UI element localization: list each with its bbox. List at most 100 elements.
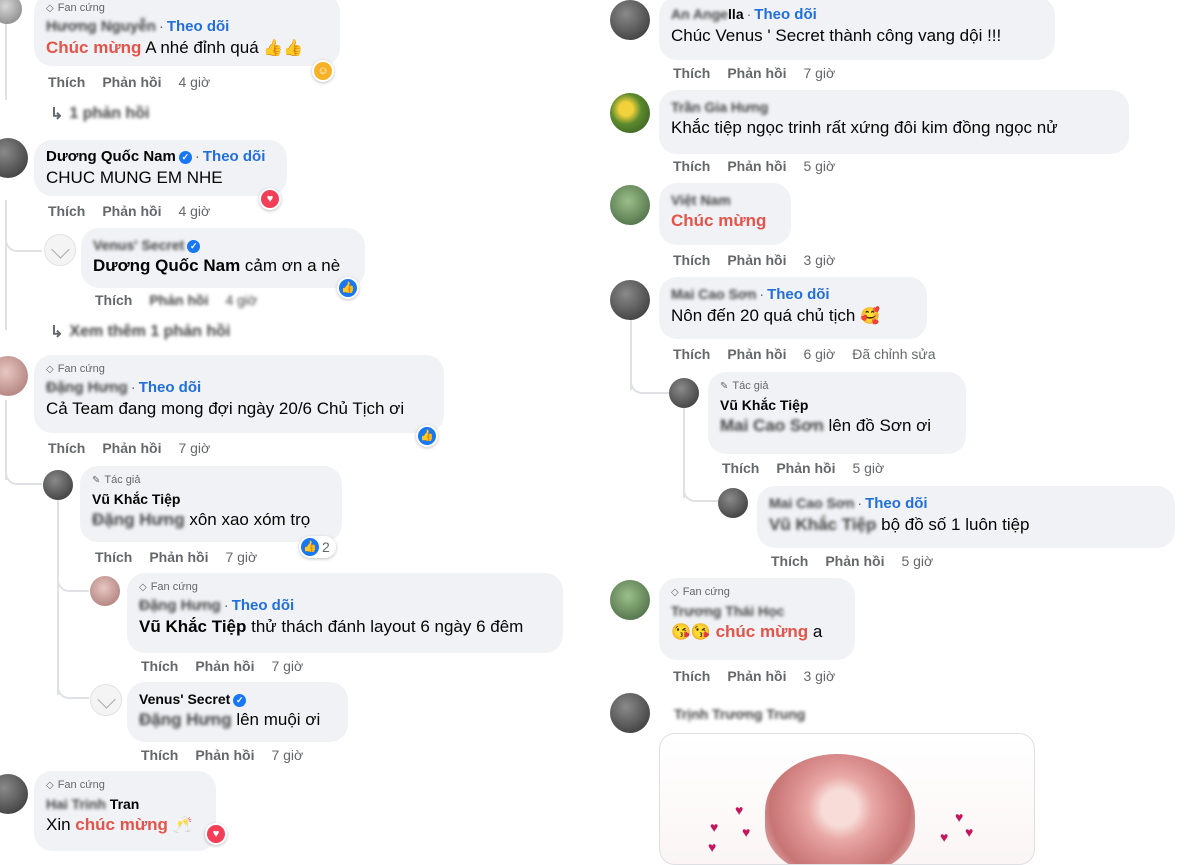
mention-link[interactable]: Vũ Khắc Tiệp bbox=[769, 515, 876, 534]
reaction-summary[interactable]: ☺ bbox=[312, 60, 334, 82]
like-button[interactable]: Thích bbox=[95, 549, 132, 565]
reply-button[interactable]: Phản hồi bbox=[195, 747, 254, 763]
reply-button[interactable]: Phản hồi bbox=[102, 74, 161, 90]
reply-button[interactable]: Phản hồi bbox=[727, 668, 786, 684]
comment-time[interactable]: 5 giờ bbox=[852, 460, 884, 476]
comment-time[interactable]: 5 giờ bbox=[803, 158, 835, 174]
comment-time[interactable]: 4 giờ bbox=[225, 292, 257, 308]
commenter-name[interactable]: An Ange bbox=[671, 6, 728, 22]
commenter-name[interactable]: Đặng Hưng bbox=[46, 379, 128, 396]
mention-link[interactable]: Đặng Hưng bbox=[92, 510, 185, 529]
commenter-name[interactable]: Việt Nam bbox=[671, 192, 731, 208]
follow-link[interactable]: Theo dõi bbox=[232, 597, 295, 614]
like-button[interactable]: Thích bbox=[141, 658, 178, 674]
commenter-name[interactable]: Vũ Khắc Tiệp bbox=[720, 395, 954, 415]
avatar[interactable] bbox=[610, 93, 650, 133]
like-button[interactable]: Thích bbox=[141, 747, 178, 763]
comment-text: Nôn đến 20 quá chủ tịch bbox=[671, 306, 856, 325]
like-button[interactable]: Thích bbox=[673, 346, 710, 362]
reply-button[interactable]: Phản hồi bbox=[149, 292, 208, 308]
reply-button[interactable]: Phản hồi bbox=[727, 346, 786, 362]
follow-link[interactable]: Theo dõi bbox=[865, 495, 928, 512]
reply-button[interactable]: Phản hồi bbox=[102, 203, 161, 219]
avatar[interactable] bbox=[610, 0, 650, 40]
commenter-name[interactable]: Venus' Secret bbox=[93, 237, 184, 253]
avatar[interactable] bbox=[610, 693, 650, 733]
mention-link[interactable]: Mai Cao Sơn bbox=[720, 416, 824, 435]
commenter-name[interactable]: Vũ Khắc Tiệp bbox=[92, 489, 330, 509]
mention-link[interactable]: Vũ Khắc Tiệp bbox=[139, 617, 246, 636]
avatar[interactable] bbox=[43, 470, 73, 500]
like-button[interactable]: Thích bbox=[673, 252, 710, 268]
like-button[interactable]: Thích bbox=[771, 553, 808, 569]
comment-time[interactable]: 3 giờ bbox=[803, 668, 835, 684]
comment-time[interactable]: 7 giờ bbox=[271, 747, 303, 763]
reply-button[interactable]: Phản hồi bbox=[727, 158, 786, 174]
view-replies-link[interactable]: ↳ 1 phản hồi bbox=[50, 104, 149, 124]
reply-button[interactable]: Phản hồi bbox=[102, 440, 161, 456]
sticker-image[interactable]: ♥ ♥ ♥ ♥ ♥ ♥ ♥ bbox=[659, 733, 1035, 865]
commenter-name[interactable]: Hai Trinh bbox=[46, 796, 106, 812]
comment-text: bộ đồ số 1 luôn tiệp bbox=[876, 515, 1030, 534]
avatar[interactable] bbox=[718, 488, 748, 518]
avatar[interactable] bbox=[610, 280, 650, 320]
commenter-name[interactable]: Mai Cao Sơn bbox=[671, 286, 756, 302]
follow-link[interactable]: Theo dõi bbox=[767, 286, 830, 303]
comment-time[interactable]: 7 giờ bbox=[803, 65, 835, 81]
like-button[interactable]: Thích bbox=[673, 668, 710, 684]
commenter-name[interactable]: Trần Gia Hưng bbox=[671, 99, 768, 115]
commenter-name[interactable]: Trương Thái Học bbox=[671, 603, 784, 619]
commenter-name[interactable]: Trịnh Trương Trung bbox=[674, 706, 805, 722]
like-button[interactable]: Thích bbox=[722, 460, 759, 476]
comment-time[interactable]: 5 giờ bbox=[901, 553, 933, 569]
comment-time[interactable]: 4 giờ bbox=[178, 74, 210, 90]
commenter-name[interactable]: Mai Cao Sơn bbox=[769, 495, 854, 511]
follow-link[interactable]: Theo dõi bbox=[167, 18, 230, 35]
reply-button[interactable]: Phản hồi bbox=[195, 658, 254, 674]
reply-button[interactable]: Phản hồi bbox=[149, 549, 208, 565]
follow-link[interactable]: Theo dõi bbox=[203, 148, 266, 165]
avatar[interactable] bbox=[90, 576, 120, 606]
like-button[interactable]: Thích bbox=[673, 158, 710, 174]
edited-label: Đã chỉnh sửa bbox=[852, 346, 936, 362]
reaction-summary[interactable]: 👍 2 bbox=[299, 536, 336, 558]
avatar[interactable] bbox=[44, 234, 76, 266]
like-button[interactable]: Thích bbox=[95, 292, 132, 308]
avatar[interactable] bbox=[90, 684, 122, 716]
like-button[interactable]: Thích bbox=[673, 65, 710, 81]
comment-time[interactable]: 7 giờ bbox=[178, 440, 210, 456]
reaction-summary[interactable]: ♥ bbox=[205, 823, 227, 845]
like-button[interactable]: Thích bbox=[48, 440, 85, 456]
mention-link[interactable]: Đặng Hưng bbox=[139, 710, 232, 729]
comment-time[interactable]: 6 giờ bbox=[803, 346, 835, 362]
view-more-replies-link[interactable]: ↳ Xem thêm 1 phản hồi bbox=[50, 322, 230, 342]
thread-connector bbox=[630, 340, 670, 394]
commenter-name[interactable]: Dương Quốc Nam bbox=[46, 148, 176, 165]
comment-time[interactable]: 3 giờ bbox=[803, 252, 835, 268]
avatar[interactable] bbox=[610, 580, 650, 620]
reply-button[interactable]: Phản hồi bbox=[727, 252, 786, 268]
comment-time[interactable]: 7 giờ bbox=[271, 658, 303, 674]
follow-link[interactable]: Theo dõi bbox=[754, 6, 817, 23]
reply-button[interactable]: Phản hồi bbox=[825, 553, 884, 569]
comment-time[interactable]: 7 giờ bbox=[225, 549, 257, 565]
avatar[interactable] bbox=[0, 774, 28, 814]
comment-time[interactable]: 4 giờ bbox=[178, 203, 210, 219]
like-button[interactable]: Thích bbox=[48, 74, 85, 90]
reaction-summary[interactable]: ♥ bbox=[259, 188, 281, 210]
reply-button[interactable]: Phản hồi bbox=[727, 65, 786, 81]
reaction-summary[interactable]: 👍 bbox=[337, 277, 359, 299]
commenter-name[interactable]: Hương Nguyễn bbox=[46, 18, 156, 35]
avatar[interactable] bbox=[0, 0, 22, 24]
reply-button[interactable]: Phản hồi bbox=[776, 460, 835, 476]
follow-link[interactable]: Theo dõi bbox=[139, 379, 202, 396]
avatar[interactable] bbox=[0, 356, 28, 396]
mention-link[interactable]: Dương Quốc Nam bbox=[93, 256, 240, 275]
avatar[interactable] bbox=[669, 378, 699, 408]
commenter-name[interactable]: Venus' Secret bbox=[139, 691, 230, 707]
avatar[interactable] bbox=[610, 185, 650, 225]
avatar[interactable] bbox=[0, 138, 28, 178]
like-button[interactable]: Thích bbox=[48, 203, 85, 219]
commenter-name[interactable]: Đặng Hưng bbox=[139, 597, 221, 614]
reaction-summary[interactable]: 👍 bbox=[416, 425, 438, 447]
